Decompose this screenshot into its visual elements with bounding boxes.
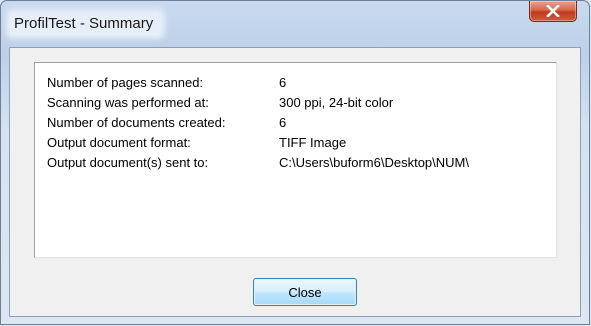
window-close-button[interactable] (529, 1, 577, 22)
summary-label: Number of pages scanned: (47, 75, 204, 90)
summary-label: Scanning was performed at: (47, 95, 209, 110)
summary-value: 300 ppi, 24-bit color (279, 95, 394, 110)
summary-label: Output document format: (47, 135, 191, 150)
summary-label: Output document(s) sent to: (47, 155, 209, 170)
title-bar: ProfilTest - Summary (1, 1, 589, 47)
summary-dialog-window: ProfilTest - Summary Number of pages sca… (0, 0, 590, 325)
summary-panel: Number of pages scanned: 6 Scanning was … (34, 62, 557, 258)
close-button[interactable]: Close (253, 278, 357, 306)
summary-value: TIFF Image (279, 135, 347, 150)
window-title: ProfilTest - Summary (10, 13, 162, 35)
summary-value: C:\Users\buform6\Desktop\NUM\ (279, 155, 469, 170)
summary-label: Number of documents created: (47, 115, 226, 130)
dialog-client-area: Number of pages scanned: 6 Scanning was … (9, 47, 581, 317)
summary-value: 6 (279, 115, 287, 130)
close-icon (546, 5, 560, 17)
summary-value: 6 (279, 75, 287, 90)
